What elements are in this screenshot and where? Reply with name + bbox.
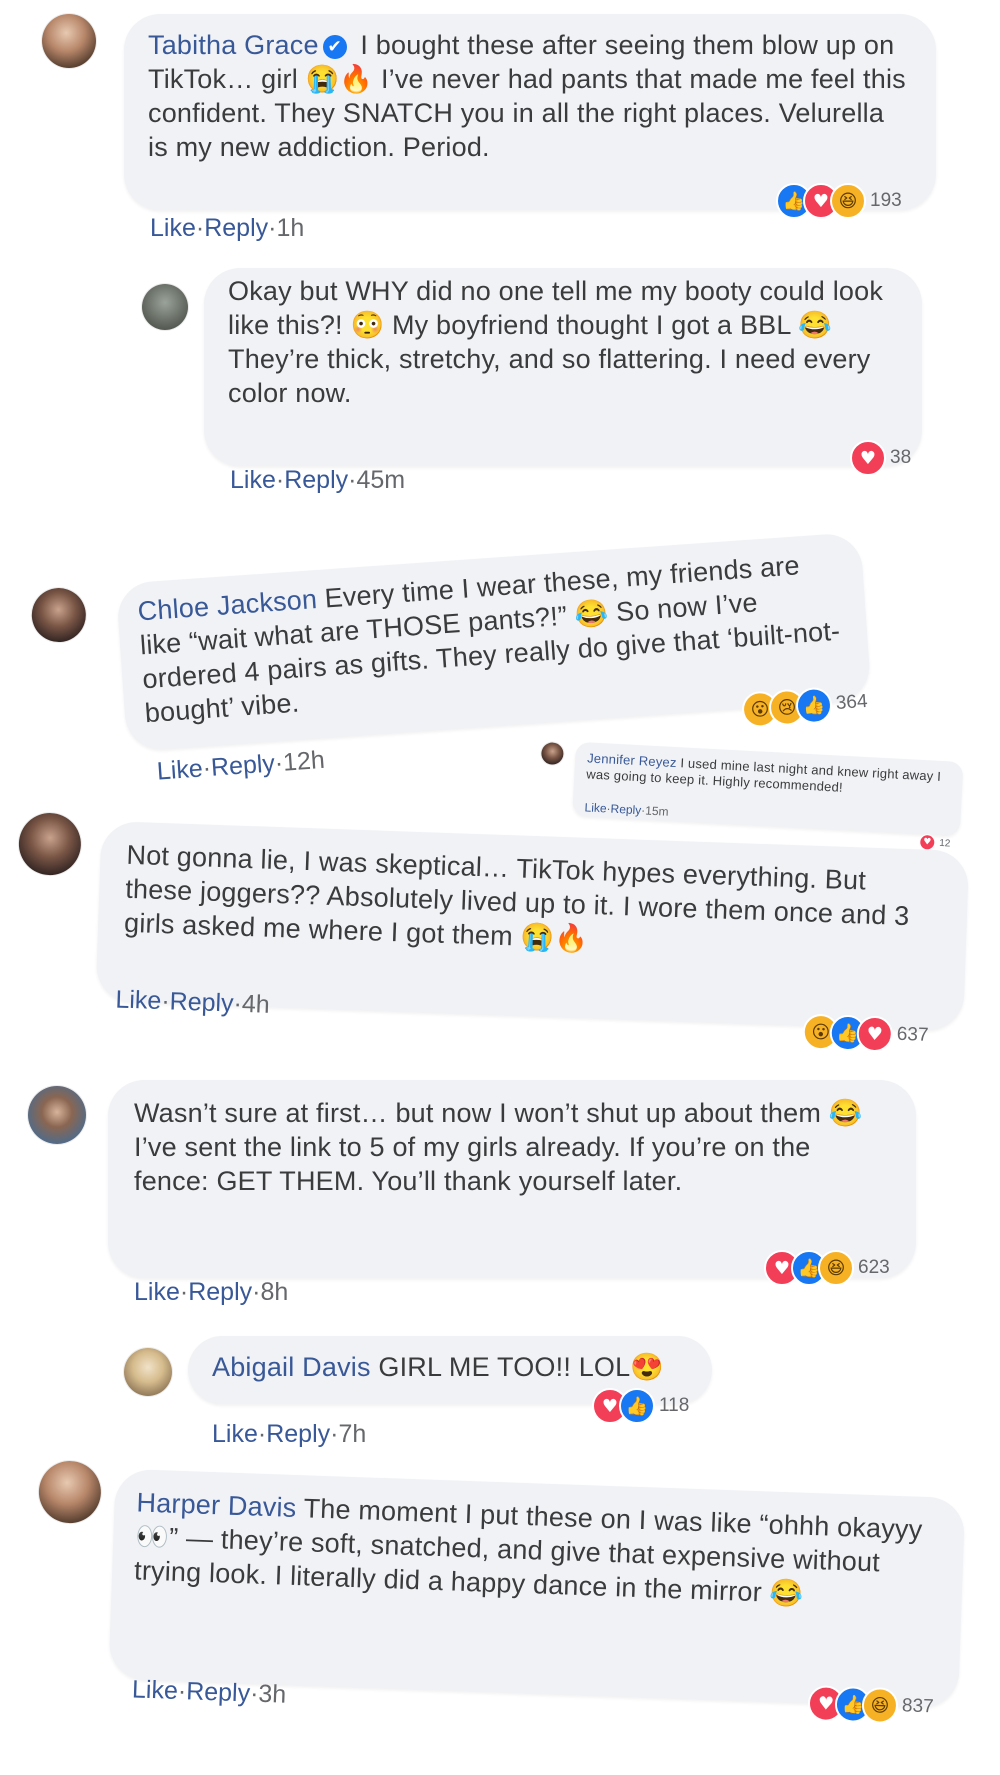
comment-text: Wasn’t sure at first… but now I won’t sh… bbox=[134, 1098, 863, 1196]
reaction-count: 637 bbox=[896, 1023, 929, 1046]
reaction-count: 193 bbox=[870, 190, 902, 211]
separator: · bbox=[257, 1420, 267, 1448]
reply-button[interactable]: Reply bbox=[186, 1677, 251, 1707]
reaction-summary[interactable]: ♥ 👍 😆 837 bbox=[807, 1684, 934, 1725]
haha-reaction-icon: 😆 bbox=[818, 1250, 854, 1286]
avatar[interactable] bbox=[124, 1348, 172, 1396]
separator: · bbox=[179, 1278, 189, 1306]
separator: · bbox=[195, 214, 205, 242]
reply-button[interactable]: Reply bbox=[169, 987, 234, 1017]
reaction-count: 118 bbox=[659, 1395, 690, 1416]
comment-time: 3h bbox=[257, 1679, 287, 1709]
comment-text: Okay but WHY did no one tell me my booty… bbox=[228, 276, 884, 408]
reply-button[interactable]: Reply bbox=[284, 466, 348, 494]
love-reaction-icon: ♥ bbox=[850, 440, 886, 476]
like-button[interactable]: Like bbox=[150, 214, 196, 242]
like-button[interactable]: Like bbox=[230, 466, 276, 494]
commenter-name[interactable]: Harper Davis bbox=[136, 1487, 297, 1523]
reply-button[interactable]: Reply bbox=[266, 1420, 330, 1448]
comment-harper-davis: Harper Davis The moment I put these on I… bbox=[31, 1460, 980, 1763]
like-button[interactable]: Like bbox=[156, 754, 204, 785]
comment-bubble: Harper Davis The moment I put these on I… bbox=[108, 1468, 966, 1709]
like-button[interactable]: Like bbox=[115, 985, 162, 1015]
avatar[interactable] bbox=[17, 812, 82, 877]
avatar[interactable] bbox=[540, 742, 564, 766]
reaction-count: 38 bbox=[890, 447, 912, 468]
reaction-summary[interactable]: ♥ 👍 118 bbox=[592, 1388, 689, 1424]
comment-time: 4h bbox=[241, 989, 271, 1019]
comment-time: 45m bbox=[356, 466, 406, 494]
like-button[interactable]: Like bbox=[212, 1420, 258, 1448]
reply-button[interactable]: Reply bbox=[188, 1278, 252, 1306]
avatar[interactable] bbox=[30, 586, 88, 644]
comment-time: 7h bbox=[338, 1420, 367, 1448]
commenter-name[interactable]: Tabitha Grace bbox=[148, 30, 319, 60]
reaction-summary[interactable]: 😮 😢 👍 364 bbox=[740, 684, 869, 729]
reaction-summary[interactable]: ♥ 👍 😆 623 bbox=[764, 1250, 890, 1286]
comment-actions: Like·Reply·7h bbox=[212, 1420, 366, 1449]
avatar[interactable] bbox=[142, 284, 188, 330]
haha-reaction-icon: 😆 bbox=[861, 1686, 899, 1725]
reply-button[interactable]: Reply bbox=[204, 214, 268, 242]
like-button[interactable]: Like bbox=[132, 1675, 179, 1705]
haha-reaction-icon: 😆 bbox=[830, 183, 866, 219]
comment-bubble: Okay but WHY did no one tell me my booty… bbox=[204, 268, 922, 466]
like-button[interactable]: Like bbox=[584, 800, 607, 815]
comment-actions: Like·Reply·1h bbox=[150, 214, 304, 243]
reply-button[interactable]: Reply bbox=[610, 802, 641, 818]
reaction-summary[interactable]: 👍 ♥ 😆 193 bbox=[776, 183, 902, 219]
like-button[interactable]: Like bbox=[134, 1278, 180, 1306]
love-reaction-icon: ♥ bbox=[856, 1015, 894, 1053]
comment-skeptical: Not gonna lie, I was skeptical… TikTok h… bbox=[12, 812, 980, 1085]
comment-actions: Like·Reply·12h bbox=[156, 746, 326, 787]
reaction-count: 364 bbox=[835, 690, 869, 715]
comment-actions: Like·Reply·3h bbox=[132, 1675, 287, 1709]
like-reaction-icon: 👍 bbox=[619, 1388, 655, 1424]
comment-bubble: Wasn’t sure at first… but now I won’t sh… bbox=[108, 1080, 916, 1278]
separator: · bbox=[275, 466, 285, 494]
avatar[interactable] bbox=[28, 1086, 86, 1144]
comment-text: Every time I wear these, my friends are … bbox=[139, 550, 842, 729]
comment-bubble: Tabitha Grace ✔ I bought these after seei… bbox=[124, 14, 936, 210]
comment-actions: Like·Reply·45m bbox=[230, 466, 405, 495]
verified-badge-icon: ✔ bbox=[322, 35, 347, 59]
reaction-summary[interactable]: 😮 👍 ♥ 637 bbox=[802, 1013, 929, 1053]
reply-button[interactable]: Reply bbox=[210, 749, 276, 781]
avatar[interactable] bbox=[42, 14, 96, 68]
commenter-name[interactable]: Abigail Davis bbox=[212, 1352, 371, 1382]
reaction-count: 623 bbox=[858, 1257, 890, 1278]
avatar[interactable] bbox=[37, 1460, 102, 1525]
comment-text: Not gonna lie, I was skeptical… TikTok h… bbox=[123, 839, 910, 954]
reaction-count: 837 bbox=[901, 1695, 934, 1718]
comment-time: 12h bbox=[282, 745, 326, 777]
comment-actions: Like·Reply·4h bbox=[115, 985, 270, 1019]
comment-time: 8h bbox=[260, 1278, 289, 1306]
comment-actions: Like·Reply·8h bbox=[134, 1278, 288, 1307]
comment-time: 15m bbox=[644, 803, 669, 819]
comment-time: 1h bbox=[276, 214, 305, 242]
reaction-summary[interactable]: ♥ 38 bbox=[850, 440, 911, 476]
comment-bubble: Jennifer Reyez I used mine last night an… bbox=[572, 741, 964, 836]
comment-text: GIRL ME TOO!! LOL😍 bbox=[378, 1352, 665, 1382]
